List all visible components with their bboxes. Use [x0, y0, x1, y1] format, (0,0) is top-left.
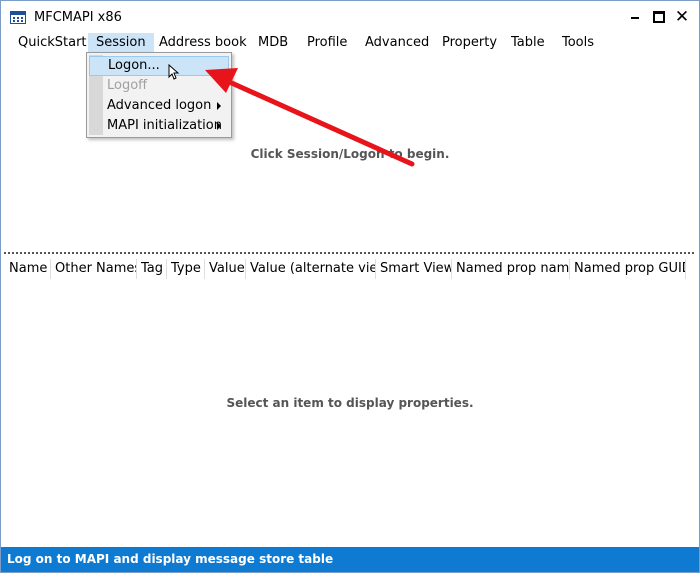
column-other-names[interactable]: Other Names — [51, 259, 137, 279]
menu-mdb[interactable]: MDB — [250, 33, 296, 53]
menu-item-label: Logoff — [107, 78, 148, 93]
menu-tools[interactable]: Tools — [554, 33, 602, 53]
column-smart-view[interactable]: Smart View — [376, 259, 452, 279]
menu-item-logon[interactable]: Logon... — [89, 56, 229, 76]
menu-property[interactable]: Property — [434, 33, 505, 53]
menu-item-label: Advanced logon — [107, 98, 212, 113]
lower-pane-message: Select an item to display properties. — [226, 396, 474, 410]
session-dropdown-menu: Logon... Logoff Advanced logon MAPI init… — [86, 52, 232, 138]
mouse-cursor-icon — [168, 64, 180, 80]
menu-address-book[interactable]: Address book — [151, 33, 255, 53]
menu-session[interactable]: Session — [88, 33, 154, 53]
maximize-button[interactable] — [649, 7, 669, 27]
menu-profile[interactable]: Profile — [299, 33, 355, 53]
menu-bar: QuickStart Session Address book MDB Prof… — [1, 33, 699, 53]
menu-item-mapi-initialization[interactable]: MAPI initialization — [89, 116, 229, 136]
close-button[interactable]: ✕ — [672, 7, 692, 27]
column-tag[interactable]: Tag — [137, 259, 167, 279]
submenu-arrow-icon — [217, 122, 221, 130]
maximize-icon — [653, 11, 665, 23]
menu-item-logoff: Logoff — [89, 76, 229, 96]
submenu-arrow-icon — [217, 102, 221, 110]
app-icon — [10, 11, 26, 24]
column-named-prop-name[interactable]: Named prop name — [452, 259, 570, 279]
title-bar[interactable]: MFCMAPI x86 ✕ — [1, 1, 699, 31]
column-value[interactable]: Value — [205, 259, 246, 279]
minimize-button[interactable] — [625, 7, 645, 27]
menu-quickstart[interactable]: QuickStart — [10, 33, 95, 53]
column-value-alternate-view[interactable]: Value (alternate view) — [246, 259, 376, 279]
column-name[interactable]: Name — [5, 259, 51, 279]
menu-item-advanced-logon[interactable]: Advanced logon — [89, 96, 229, 116]
minimize-icon — [631, 17, 639, 19]
pane-splitter[interactable] — [4, 252, 694, 254]
menu-table[interactable]: Table — [503, 33, 553, 53]
upper-pane-message: Click Session/Logon to begin. — [250, 147, 450, 161]
column-type[interactable]: Type — [167, 259, 205, 279]
column-named-prop-guid[interactable]: Named prop GUID — [570, 259, 686, 279]
status-bar: Log on to MAPI and display message store… — [1, 547, 699, 572]
menu-advanced[interactable]: Advanced — [357, 33, 437, 53]
menu-item-label: Logon... — [108, 58, 160, 73]
status-text: Log on to MAPI and display message store… — [7, 552, 334, 566]
close-icon: ✕ — [674, 7, 690, 27]
window-title: MFCMAPI x86 — [34, 10, 122, 25]
menu-item-label: MAPI initialization — [107, 118, 222, 133]
